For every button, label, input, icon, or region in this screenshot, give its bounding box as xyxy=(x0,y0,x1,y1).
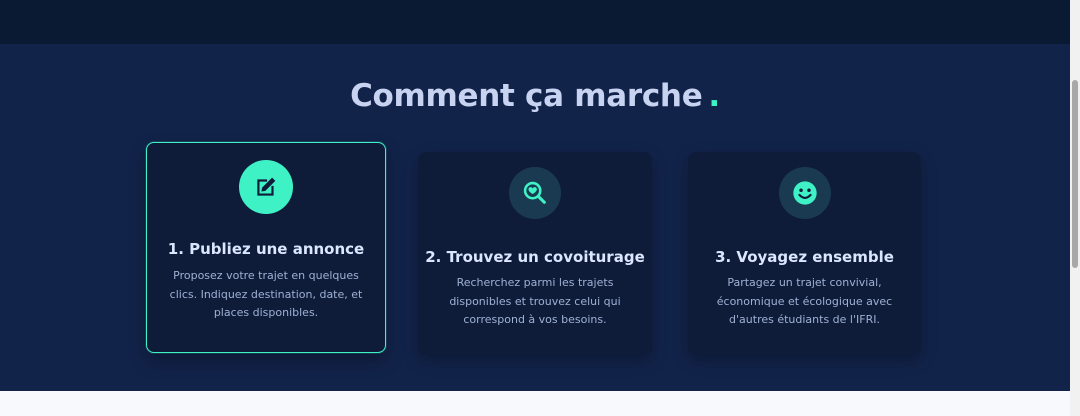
step-card-publish[interactable]: 1. Publiez une annonce Proposez votre tr… xyxy=(146,142,386,353)
search-heart-icon xyxy=(509,167,561,219)
step-card-travel[interactable]: 3. Voyagez ensemble Partagez un trajet c… xyxy=(688,152,921,355)
section-title: Comment ça marche. xyxy=(0,78,1070,114)
step-card-find[interactable]: 2. Trouvez un covoiturage Recherchez par… xyxy=(418,152,652,355)
next-section xyxy=(0,391,1070,416)
step-card-description: Partagez un trajet convivial, économique… xyxy=(716,276,893,326)
section-title-dot: . xyxy=(708,78,720,114)
step-card-title: 1. Publiez une annonce xyxy=(167,240,365,258)
top-nav-bar xyxy=(0,0,1070,45)
scrollbar-thumb[interactable] xyxy=(1072,80,1078,268)
step-card-title: 2. Trouvez un covoiturage xyxy=(425,248,645,266)
edit-icon xyxy=(239,160,293,214)
step-card-description: Proposez votre trajet en quelques clics.… xyxy=(169,269,363,319)
smile-icon xyxy=(778,167,831,219)
how-it-works-section: Comment ça marche. 1. Publiez une annonc… xyxy=(0,44,1070,391)
step-card-description: Recherchez parmi les trajets disponibles… xyxy=(449,276,621,326)
step-card-title: 3. Voyagez ensemble xyxy=(715,248,894,266)
page: Comment ça marche. 1. Publiez une annonc… xyxy=(0,0,1080,416)
section-title-text: Comment ça marche xyxy=(350,78,703,114)
